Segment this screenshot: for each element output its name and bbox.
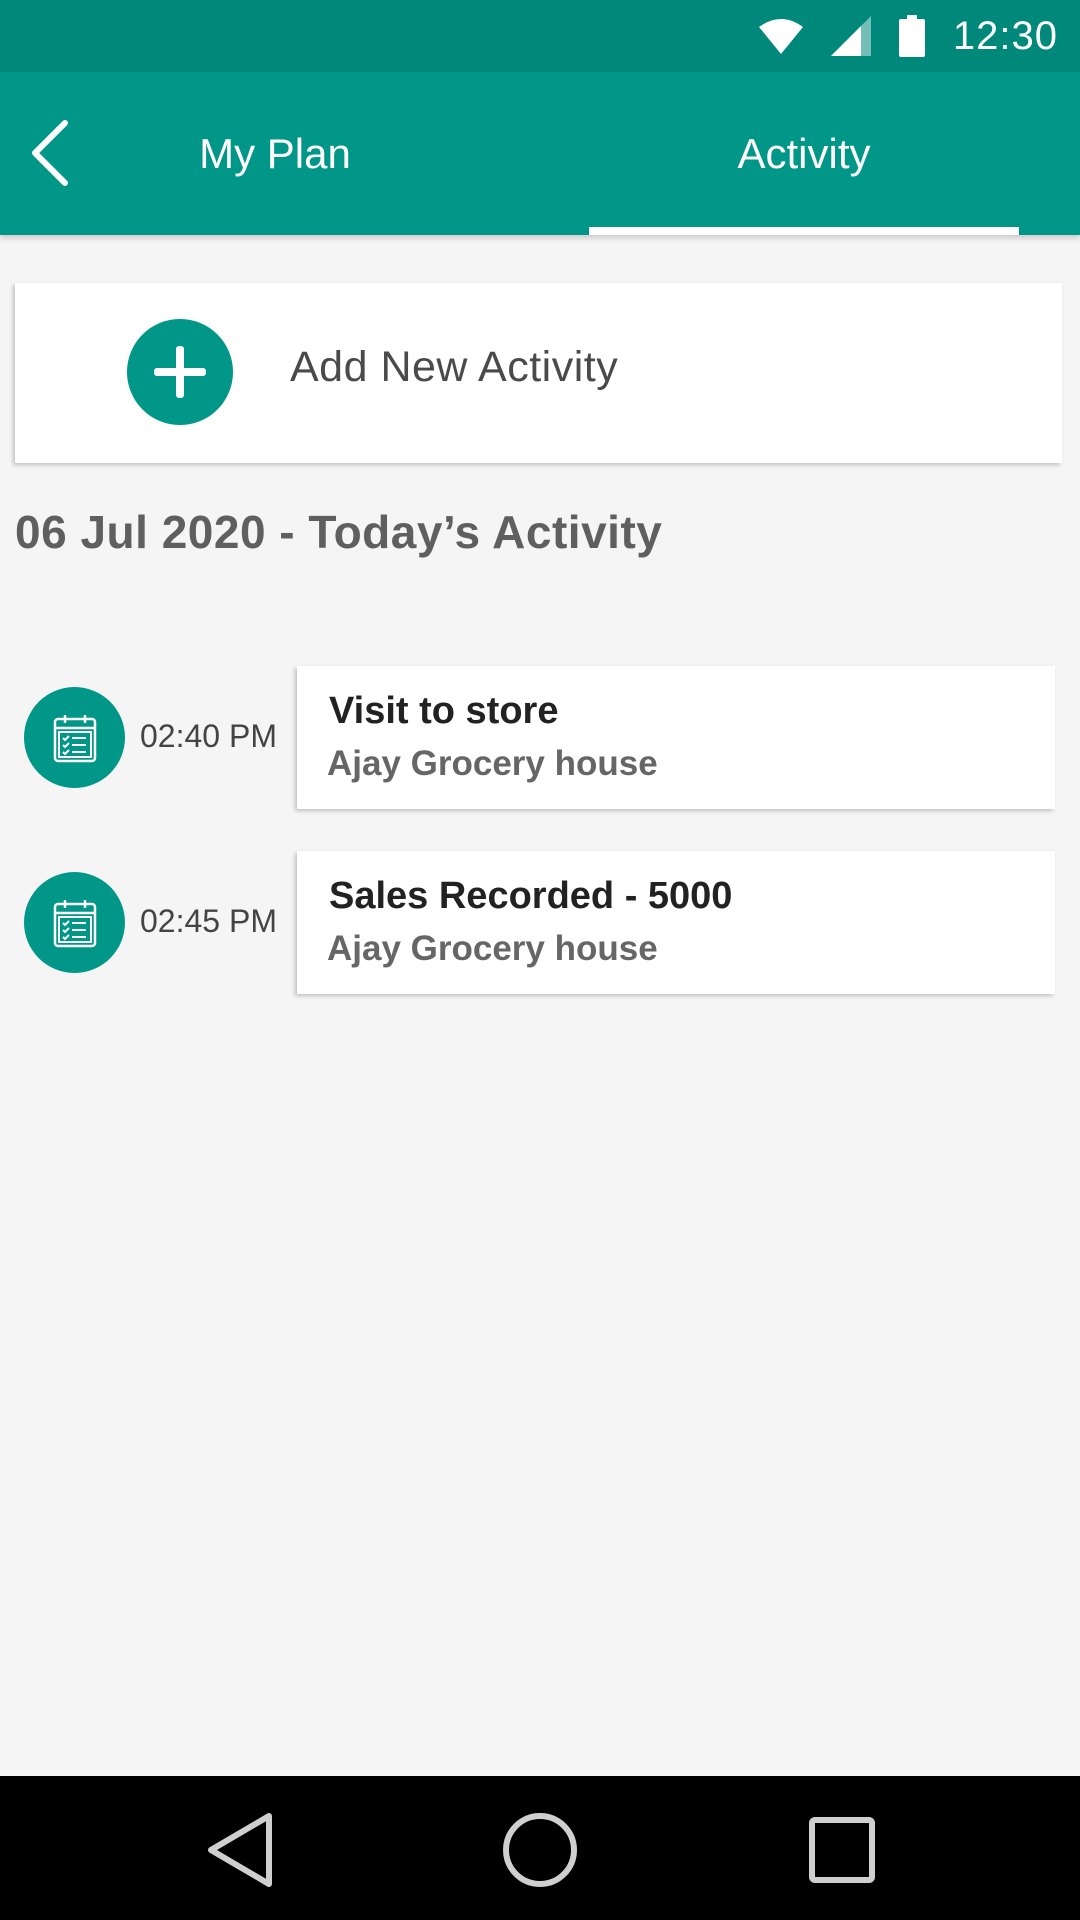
- activity-card[interactable]: Visit to store Ajay Grocery house: [297, 666, 1055, 809]
- plus-icon: [127, 319, 233, 425]
- tab-activity[interactable]: Activity: [589, 72, 1019, 235]
- section-heading: 06 Jul 2020 - Today’s Activity: [15, 506, 663, 558]
- calendar-checklist-icon: [24, 687, 125, 788]
- tab-my-plan-label: My Plan: [199, 129, 351, 177]
- activity-item: 02:45 PM Sales Recorded - 5000 Ajay Groc…: [0, 851, 1080, 996]
- activity-card[interactable]: Sales Recorded - 5000 Ajay Grocery house: [297, 851, 1055, 994]
- app-bar: My Plan Activity: [0, 72, 1080, 235]
- wifi-icon: [758, 18, 803, 54]
- back-button[interactable]: [14, 118, 84, 188]
- tab-my-plan[interactable]: My Plan: [120, 72, 430, 235]
- activity-item: 02:40 PM Visit to store Ajay Grocery hou…: [0, 666, 1080, 811]
- nav-home-icon: [503, 1813, 577, 1887]
- battery-icon: [898, 15, 925, 57]
- status-time: 12:30: [952, 13, 1058, 58]
- activity-title: Visit to store: [329, 690, 559, 732]
- activity-time: 02:45 PM: [140, 903, 277, 939]
- add-new-activity-label: Add New Activity: [290, 343, 619, 391]
- cellular-signal-icon: [830, 16, 871, 56]
- activity-store-name: Ajay Grocery house: [327, 929, 658, 968]
- selected-tab-indicator: [589, 227, 1019, 235]
- activity-time: 02:40 PM: [140, 718, 277, 754]
- activity-store-name: Ajay Grocery house: [327, 744, 658, 783]
- chevron-left-icon: [32, 120, 68, 186]
- add-new-activity-button[interactable]: Add New Activity: [15, 283, 1062, 463]
- status-bar: 12:30: [0, 0, 1080, 72]
- activity-title: Sales Recorded - 5000: [329, 875, 733, 917]
- nav-recents-icon: [809, 1817, 875, 1883]
- nav-back-icon: [208, 1813, 272, 1887]
- nav-back-button[interactable]: [198, 1808, 282, 1892]
- tab-activity-label: Activity: [737, 129, 871, 177]
- nav-home-button[interactable]: [498, 1808, 582, 1892]
- nav-recents-button[interactable]: [800, 1808, 884, 1892]
- navigation-bar: [0, 1776, 1080, 1920]
- calendar-checklist-icon: [24, 872, 125, 973]
